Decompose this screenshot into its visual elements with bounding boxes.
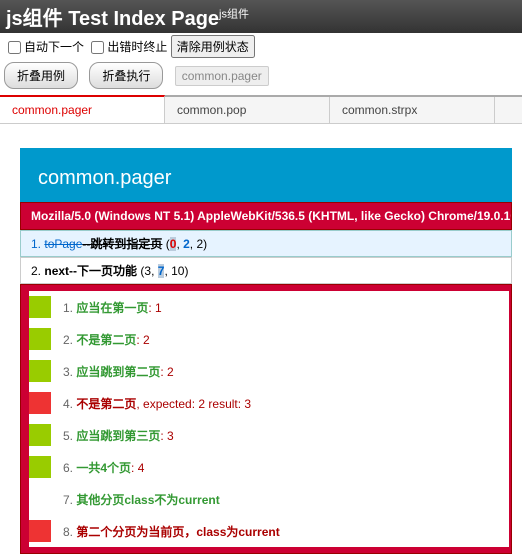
fail-icon — [29, 520, 51, 542]
assert-row: 2. 不是第二页: 2 — [29, 323, 509, 355]
results-panel: 1. 应当在第一页: 12. 不是第二页: 23. 应当跳到第二页: 24. 不… — [20, 284, 512, 554]
assert-row: 6. 一共4个页: 4 — [29, 451, 509, 483]
tab-common-strpx[interactable]: common.strpx — [330, 97, 495, 123]
fold-exec-button[interactable]: 折叠执行 — [89, 62, 163, 89]
pass-icon — [29, 424, 51, 446]
test-card: common.pager Mozilla/5.0 (Windows NT 5.1… — [20, 148, 512, 554]
pass-icon — [29, 296, 51, 318]
fold-cases-button[interactable]: 折叠用例 — [4, 62, 78, 89]
stop-on-error-label: 出错时终止 — [107, 40, 167, 54]
assert-row: 1. 应当在第一页: 1 — [29, 291, 509, 323]
test-name: next — [44, 264, 69, 278]
pass-icon — [29, 328, 51, 350]
controls-bar: 自动下一个 出错时终止 清除用例状态 — [0, 33, 522, 60]
button-row: 折叠用例 折叠执行 common.pager — [0, 60, 522, 95]
auto-next-label: 自动下一个 — [24, 40, 84, 54]
stop-on-error-checkbox[interactable] — [91, 41, 104, 54]
current-file-label: common.pager — [175, 66, 269, 86]
clear-state-button[interactable]: 清除用例状态 — [171, 35, 255, 58]
assert-row: 3. 应当跳到第二页: 2 — [29, 355, 509, 387]
test-name: toPage — [44, 237, 82, 251]
title-bar: js组件 Test Index Pagejs组件 — [0, 0, 522, 33]
tabs: common.pager common.pop common.strpx — [0, 95, 522, 124]
title-sup: js组件 — [219, 8, 249, 20]
title-prefix: js组件 — [6, 8, 63, 30]
title-main: Test Index Page — [63, 8, 219, 30]
assert-row: 8. 第二个分页为当前页，class为current — [29, 515, 509, 547]
assert-row: 5. 应当跳到第三页: 3 — [29, 419, 509, 451]
auto-next-checkbox[interactable] — [8, 41, 21, 54]
card-title: common.pager — [20, 149, 512, 202]
assert-row: 4. 不是第二页, expected: 2 result: 3 — [29, 387, 509, 419]
tab-common-pager[interactable]: common.pager — [0, 95, 165, 123]
fail-icon — [29, 392, 51, 414]
pass-icon — [29, 360, 51, 382]
user-agent: Mozilla/5.0 (Windows NT 5.1) AppleWebKit… — [20, 202, 512, 230]
content: common.pager Mozilla/5.0 (Windows NT 5.1… — [0, 124, 522, 554]
test-row-1[interactable]: 1. toPage--跳转到指定页 (0, 2, 2) — [20, 230, 512, 257]
pass-icon — [29, 456, 51, 478]
test-row-2[interactable]: 2. next--下一页功能 (3, 7, 10) — [20, 257, 512, 284]
tab-common-pop[interactable]: common.pop — [165, 97, 330, 123]
assert-row: 7. 其他分页class不为current — [29, 483, 509, 515]
